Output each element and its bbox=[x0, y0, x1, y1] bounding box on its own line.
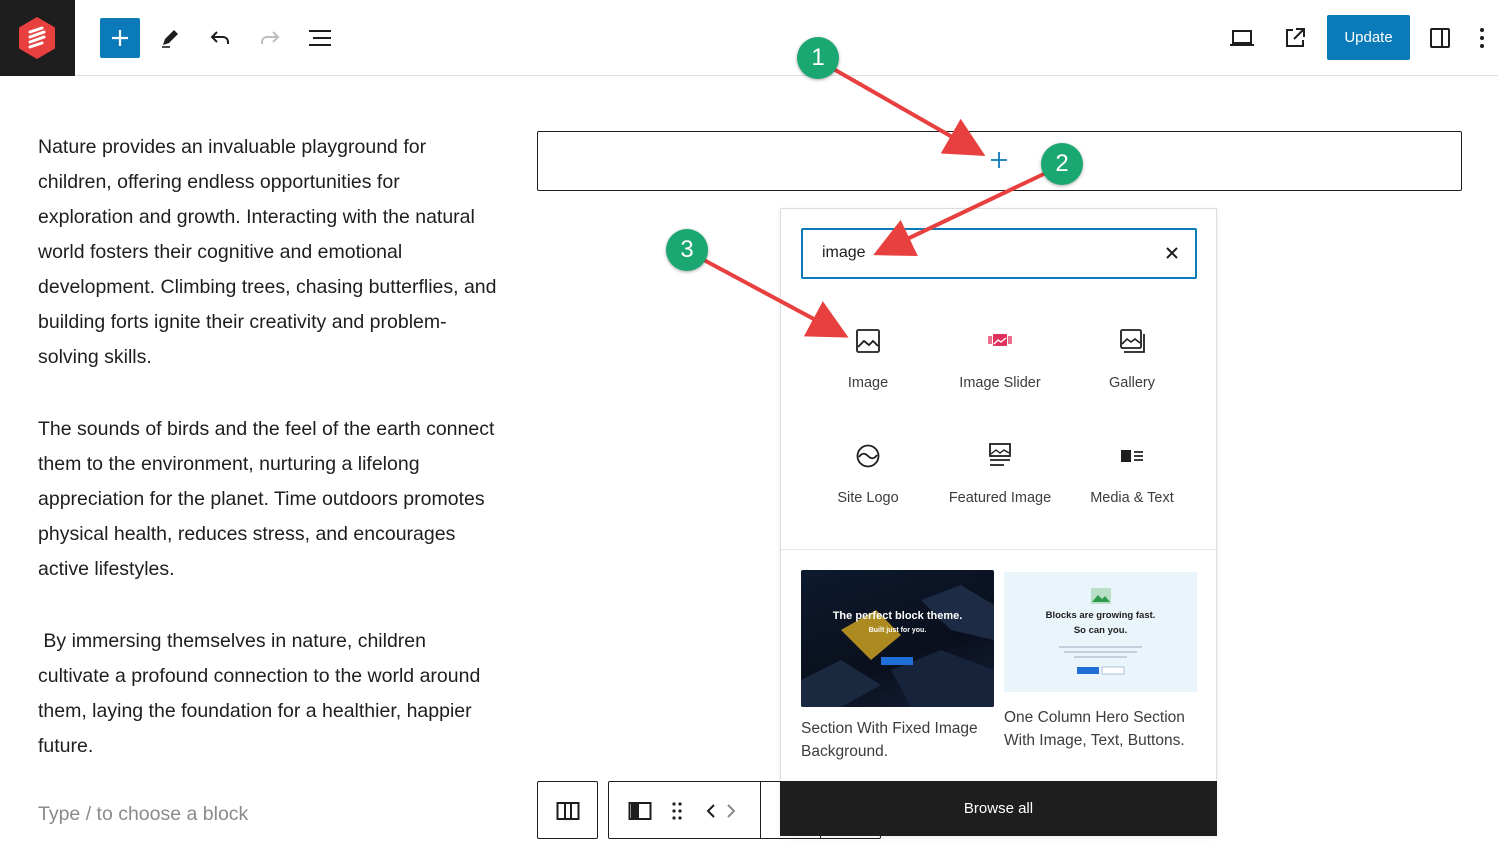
callout-badge-2: 2 bbox=[1041, 143, 1083, 185]
callout-badge-1: 1 bbox=[797, 37, 839, 79]
annotation-arrows bbox=[701, 65, 1049, 338]
callout-badge-3: 3 bbox=[666, 229, 708, 271]
annotation-arrow-2 bbox=[873, 170, 1049, 257]
annotation-arrow-1 bbox=[829, 65, 986, 156]
annotation-arrow-3 bbox=[701, 257, 849, 338]
